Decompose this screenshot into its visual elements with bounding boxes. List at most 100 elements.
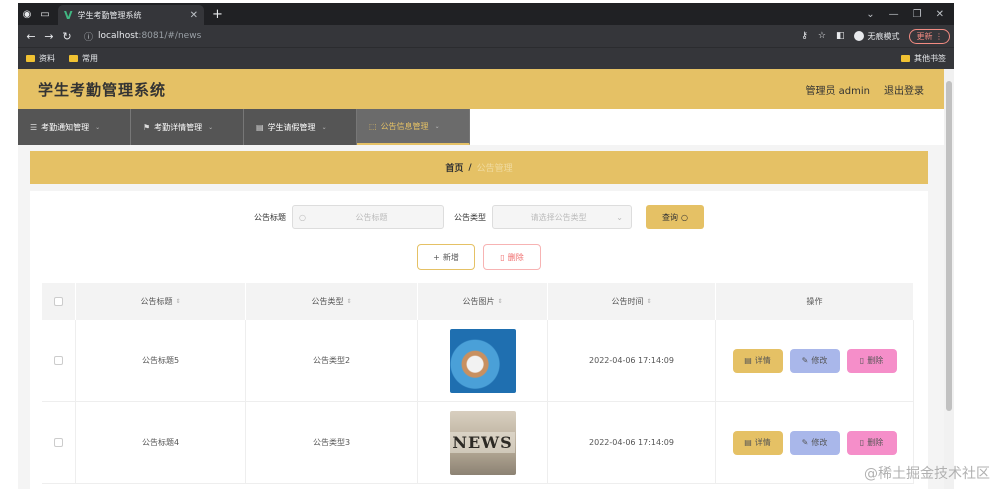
add-button[interactable]: + 新增 xyxy=(417,244,475,270)
notice-icon: ☰ xyxy=(30,122,38,132)
bookmark-folder-1[interactable]: 资料 xyxy=(26,53,55,64)
detail-icon: ▤ xyxy=(744,438,752,447)
header-image[interactable]: 公告图片 ⇕ xyxy=(418,283,548,320)
incognito-icon xyxy=(854,31,865,41)
detail-button[interactable]: ▤ 详情 xyxy=(732,348,783,373)
chevron-down-icon[interactable]: ⌄ xyxy=(866,9,874,20)
tab-search-icon[interactable]: ▭ xyxy=(36,3,54,25)
minimize-icon[interactable]: — xyxy=(889,9,899,20)
type-select[interactable]: 请选择公告类型 ⌄ xyxy=(492,205,632,229)
query-button[interactable]: 查询 ○ xyxy=(646,205,704,229)
image-cell xyxy=(418,320,548,401)
reload-icon[interactable]: ↻ xyxy=(58,30,76,43)
announcement-table: 公告标题 ⇕ 公告类型 ⇕ 公告图片 ⇕ 公告时间 ⇕ 操作 公告标题5 公告类型2 2… xyxy=(42,283,914,484)
sort-icon: ⇕ xyxy=(497,298,503,305)
menu-item-student-leave[interactable]: ▤ 学生请假管理 ⌄ xyxy=(244,109,357,145)
type-filter-label: 公告类型 xyxy=(454,212,486,222)
trash-icon: ▯ xyxy=(500,252,505,262)
other-bookmarks-label: 其他书签 xyxy=(914,54,946,63)
add-label: 新增 xyxy=(442,252,459,262)
scrollbar-thumb[interactable] xyxy=(946,81,952,411)
title-filter-label: 公告标题 xyxy=(254,212,286,222)
menu-label: 公告信息管理 xyxy=(380,121,429,131)
sort-icon: ⇕ xyxy=(346,298,352,305)
bookmark-label: 资料 xyxy=(39,54,55,63)
news-image-text: NEWS xyxy=(450,432,515,453)
logout-link[interactable]: 退出登录 xyxy=(884,82,924,97)
select-all-checkbox[interactable] xyxy=(54,297,63,306)
breadcrumb-separator: / xyxy=(468,162,472,173)
menu-item-announcement[interactable]: ⬚ 公告信息管理 ⌄ xyxy=(357,109,470,145)
menu-item-attendance-detail[interactable]: ⚑ 考勤详情管理 ⌄ xyxy=(131,109,244,145)
menu-label: 考勤通知管理 xyxy=(41,122,90,132)
edit-button[interactable]: ✎ 修改 xyxy=(789,348,840,373)
browser-tab[interactable]: V 学生考勤管理系统 ✕ xyxy=(58,5,204,25)
title-cell: 公告标题5 xyxy=(76,320,246,401)
tab-title: 学生考勤管理系统 xyxy=(77,10,142,20)
sidepanel-icon[interactable]: ◧ xyxy=(836,31,845,41)
maximize-icon[interactable]: ❐ xyxy=(913,9,922,20)
bookmark-label: 常用 xyxy=(82,54,98,63)
header-type[interactable]: 公告类型 ⇕ xyxy=(246,283,418,320)
announcement-image[interactable] xyxy=(449,328,516,393)
header-label: 公告时间 xyxy=(611,297,644,306)
update-button[interactable]: 更新 ⋮ xyxy=(909,28,950,44)
time-cell: 2022-04-06 17:14:09 xyxy=(548,402,716,483)
table-row: 公告标题4 公告类型3 NEWS 2022-04-06 17:14:09 ▤ 详情… xyxy=(42,402,914,484)
breadcrumb-current: 公告管理 xyxy=(476,164,513,174)
batch-delete-button[interactable]: ▯ 删除 xyxy=(483,244,541,270)
delete-button[interactable]: ▯ 删除 xyxy=(846,348,897,373)
chevron-down-icon: ⌄ xyxy=(95,123,101,131)
other-bookmarks[interactable]: 其他书签 xyxy=(901,53,946,64)
table-row: 公告标题5 公告类型2 2022-04-06 17:14:09 ▤ 详情 ✎ 修改 … xyxy=(42,320,914,402)
header-operations: 操作 xyxy=(716,283,914,320)
update-label: 更新 xyxy=(916,31,933,41)
row-checkbox[interactable] xyxy=(54,438,63,447)
app: 学生考勤管理系统 管理员 admin 退出登录 ☰ 考勤通知管理 ⌄ ⚑ 考勤详… xyxy=(18,69,944,489)
breadcrumb: 首页 / 公告管理 xyxy=(30,151,928,184)
menu-item-attendance-notice[interactable]: ☰ 考勤通知管理 ⌄ xyxy=(18,109,131,145)
search-icon: ○ xyxy=(299,212,306,222)
detail-button[interactable]: ▤ 详情 xyxy=(732,430,783,455)
forward-icon[interactable]: → xyxy=(40,30,58,43)
detail-label: 详情 xyxy=(754,438,771,447)
flag-icon: ⚑ xyxy=(143,122,151,132)
watermark: @稀土掘金技术社区 xyxy=(864,466,990,482)
row-checkbox[interactable] xyxy=(54,356,63,365)
url-host: localhost xyxy=(98,31,139,41)
vue-logo-icon: V xyxy=(64,8,73,22)
menu-label: 考勤详情管理 xyxy=(154,122,203,132)
sort-icon: ⇕ xyxy=(646,298,652,305)
header-select-all xyxy=(42,283,76,320)
top-menu: ☰ 考勤通知管理 ⌄ ⚑ 考勤详情管理 ⌄ ▤ 学生请假管理 ⌄ ⬚ 公告信息管… xyxy=(18,109,944,145)
row-select-cell xyxy=(42,320,76,401)
close-window-icon[interactable]: ✕ xyxy=(936,9,944,20)
edit-label: 修改 xyxy=(811,438,828,447)
header-title[interactable]: 公告标题 ⇕ xyxy=(76,283,246,320)
incognito-indicator[interactable]: 无痕模式 xyxy=(854,31,899,42)
delete-label: 删除 xyxy=(867,356,884,365)
url-field[interactable]: ⓘ localhost :8081/#/news xyxy=(84,30,201,43)
bookmark-folder-2[interactable]: 常用 xyxy=(69,53,98,64)
user-label: 管理员 admin xyxy=(805,85,870,97)
announcement-image[interactable]: NEWS xyxy=(449,410,516,475)
row-select-cell xyxy=(42,402,76,483)
edit-button[interactable]: ✎ 修改 xyxy=(789,430,840,455)
type-cell: 公告类型3 xyxy=(246,402,418,483)
breadcrumb-home[interactable]: 首页 xyxy=(445,161,463,174)
back-icon[interactable]: ← xyxy=(22,30,40,43)
key-icon[interactable]: ⚷ xyxy=(801,31,808,41)
browser-menu-icon[interactable]: ◉ xyxy=(18,3,36,25)
page-scrollbar[interactable] xyxy=(944,69,954,489)
close-tab-icon[interactable]: ✕ xyxy=(190,10,198,21)
new-tab-icon[interactable]: + xyxy=(212,7,223,22)
search-form: 公告标题 ○ 公告标题 公告类型 请选择公告类型 ⌄ 查询 ○ xyxy=(30,205,928,229)
header-time[interactable]: 公告时间 ⇕ xyxy=(548,283,716,320)
title-search-input[interactable]: ○ 公告标题 xyxy=(292,205,444,229)
star-icon[interactable]: ☆ xyxy=(818,31,826,41)
query-label: 查询 xyxy=(662,212,678,222)
info-icon[interactable]: ⓘ xyxy=(84,30,93,43)
delete-button[interactable]: ▯ 删除 xyxy=(846,430,897,455)
url-path: :8081/#/news xyxy=(138,31,202,41)
folder-icon xyxy=(26,55,35,62)
